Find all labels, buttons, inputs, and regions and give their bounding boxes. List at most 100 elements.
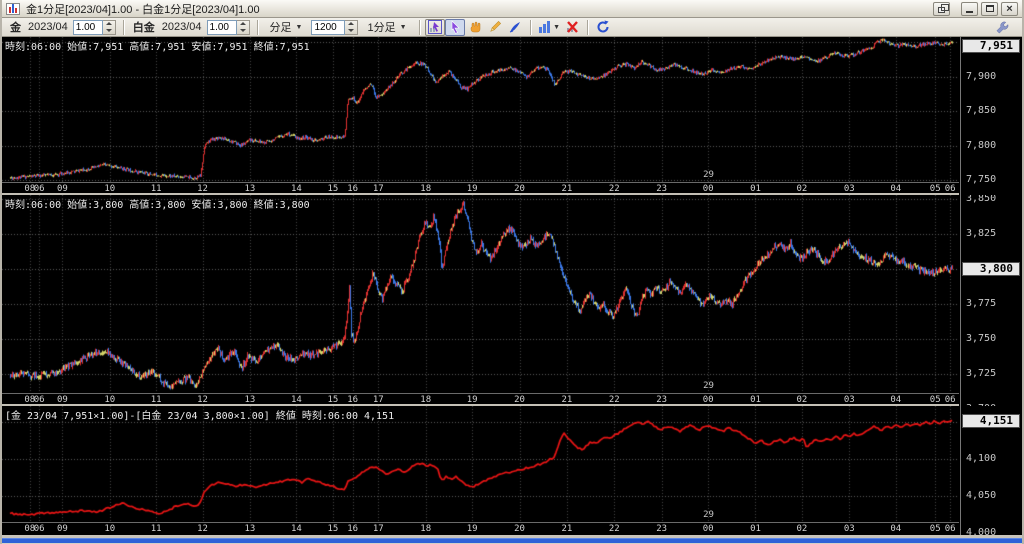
refresh-button[interactable] xyxy=(593,19,613,36)
time-tick-label: 00 xyxy=(699,524,717,534)
price-tick-label: 7,900 xyxy=(966,71,996,82)
time-tick-label: 06 xyxy=(941,395,959,405)
toolbar: 金 2023/04 白金 2023/04 分足 ▼ 1分足 ▼ xyxy=(2,18,1022,37)
date-change-label: 29 xyxy=(703,170,714,180)
time-tick-label: 06 xyxy=(30,524,48,534)
gold-multiplier-input[interactable] xyxy=(73,20,103,35)
spread-chart-canvas[interactable] xyxy=(2,406,959,522)
platinum-price-axis: 3,800 3,8503,8253,7753,7503,7253,700 xyxy=(960,195,1022,406)
time-tick-label: 02 xyxy=(793,395,811,405)
time-tick-label: 18 xyxy=(417,184,435,194)
minimize-button[interactable] xyxy=(961,2,978,16)
restore-icon xyxy=(938,7,945,13)
time-tick-label: 10 xyxy=(101,395,119,405)
close-button[interactable]: × xyxy=(1001,2,1018,16)
window-title: 金1分足[2023/04]1.00 - 白金1分足[2023/04]1.00 xyxy=(26,1,260,17)
platinum-multiplier-input[interactable] xyxy=(207,20,237,35)
spread-current-price-badge: 4,151 xyxy=(962,414,1020,428)
refresh-icon xyxy=(595,19,611,35)
minimize-icon xyxy=(966,11,973,13)
time-tick-label: 17 xyxy=(369,395,387,405)
platinum-multiplier-down-button[interactable] xyxy=(237,27,249,34)
pan-hand-icon xyxy=(467,19,483,35)
time-tick-label: 22 xyxy=(605,395,623,405)
time-tick-label: 10 xyxy=(101,524,119,534)
platinum-current-price-badge: 3,800 xyxy=(962,262,1020,276)
time-tick-label: 20 xyxy=(511,184,529,194)
time-tick-label: 15 xyxy=(324,524,342,534)
maximize-button[interactable] xyxy=(981,2,998,16)
bar-count-down-button[interactable] xyxy=(345,27,357,34)
time-tick-label: 19 xyxy=(463,395,481,405)
time-tick-label: 04 xyxy=(887,184,905,194)
time-tick-label: 23 xyxy=(653,395,671,405)
time-tick-label: 15 xyxy=(324,184,342,194)
time-tick-label: 01 xyxy=(746,395,764,405)
chevron-down-icon: ▼ xyxy=(400,24,407,31)
time-tick-label: 20 xyxy=(511,524,529,534)
gold-current-price-badge: 7,951 xyxy=(962,39,1020,53)
time-tick-label: 16 xyxy=(344,524,362,534)
bar-count-input[interactable] xyxy=(311,20,345,35)
price-tick-label: 3,775 xyxy=(966,298,996,309)
time-tick-label: 21 xyxy=(558,184,576,194)
time-tick-label: 22 xyxy=(605,184,623,194)
chart-select-button[interactable] xyxy=(425,19,445,36)
time-tick-label: 00 xyxy=(699,184,717,194)
time-tick-label: 09 xyxy=(53,395,71,405)
time-tick-label: 03 xyxy=(840,395,858,405)
time-tick-label: 06 xyxy=(30,184,48,194)
cursor-icon xyxy=(447,19,463,35)
price-tick-label: 7,800 xyxy=(966,140,996,151)
price-tick-label: 4,050 xyxy=(966,490,996,501)
delete-chart-button[interactable] xyxy=(562,19,582,36)
app-window: 金1分足[2023/04]1.00 - 白金1分足[2023/04]1.00 ×… xyxy=(0,0,1024,544)
platinum-chart-canvas[interactable] xyxy=(2,195,959,393)
gold-ohlc-info: 時刻:06:00 始値:7,951 高値:7,951 安値:7,951 終値:7… xyxy=(5,38,310,53)
cursor-tool-button[interactable] xyxy=(445,19,465,36)
time-tick-label: 12 xyxy=(194,524,212,534)
toolbar-separator xyxy=(419,20,420,35)
time-tick-label: 11 xyxy=(147,184,165,194)
time-tick-label: 02 xyxy=(793,184,811,194)
platinum-ohlc-info: 時刻:06:00 始値:3,800 高値:3,800 安値:3,800 終値:3… xyxy=(5,196,310,211)
price-tick-label: 4,000 xyxy=(966,527,996,535)
time-tick-label: 11 xyxy=(147,524,165,534)
gold-contract-month: 2023/04 xyxy=(28,21,68,33)
bar-type-dropdown[interactable]: 分足 ▼ xyxy=(265,17,308,37)
pencil-tool-button[interactable] xyxy=(485,19,505,36)
time-tick-label: 19 xyxy=(463,524,481,534)
time-tick-label: 14 xyxy=(287,524,305,534)
price-tick-label: 3,725 xyxy=(966,368,996,379)
pen-icon xyxy=(507,19,523,35)
time-tick-label: 06 xyxy=(941,184,959,194)
title-bar[interactable]: 金1分足[2023/04]1.00 - 白金1分足[2023/04]1.00 × xyxy=(2,0,1022,18)
time-tick-label: 23 xyxy=(653,184,671,194)
timeframe-dropdown[interactable]: 1分足 ▼ xyxy=(362,17,411,37)
maximize-icon xyxy=(986,5,994,12)
time-tick-label: 19 xyxy=(463,184,481,194)
gold-time-axis: 0806091011121314151617181920212223000102… xyxy=(2,182,959,195)
time-tick-label: 22 xyxy=(605,524,623,534)
chevron-down-icon: ▼ xyxy=(553,24,560,31)
time-tick-label: 21 xyxy=(558,395,576,405)
gold-chart-canvas[interactable] xyxy=(2,37,959,182)
time-tick-label: 16 xyxy=(344,184,362,194)
settings-button[interactable] xyxy=(992,19,1012,36)
gold-multiplier-down-button[interactable] xyxy=(103,27,115,34)
toolbar-separator xyxy=(123,20,124,35)
time-tick-label: 15 xyxy=(324,395,342,405)
float-window-button[interactable] xyxy=(933,2,950,16)
pen-tool-button[interactable] xyxy=(505,19,525,36)
time-tick-label: 20 xyxy=(511,395,529,405)
time-tick-label: 03 xyxy=(840,524,858,534)
pan-tool-button[interactable] xyxy=(465,19,485,36)
time-tick-label: 18 xyxy=(417,395,435,405)
gold-price-axis: 7,951 7,9007,8507,8007,750 xyxy=(960,37,1022,195)
time-tick-label: 09 xyxy=(53,184,71,194)
bar-count-stepper xyxy=(311,20,358,35)
bottom-edge-bar xyxy=(2,538,1022,543)
date-change-label: 29 xyxy=(703,510,714,520)
toolbar-separator xyxy=(530,20,531,35)
chart-style-button[interactable]: ▼ xyxy=(536,19,562,36)
